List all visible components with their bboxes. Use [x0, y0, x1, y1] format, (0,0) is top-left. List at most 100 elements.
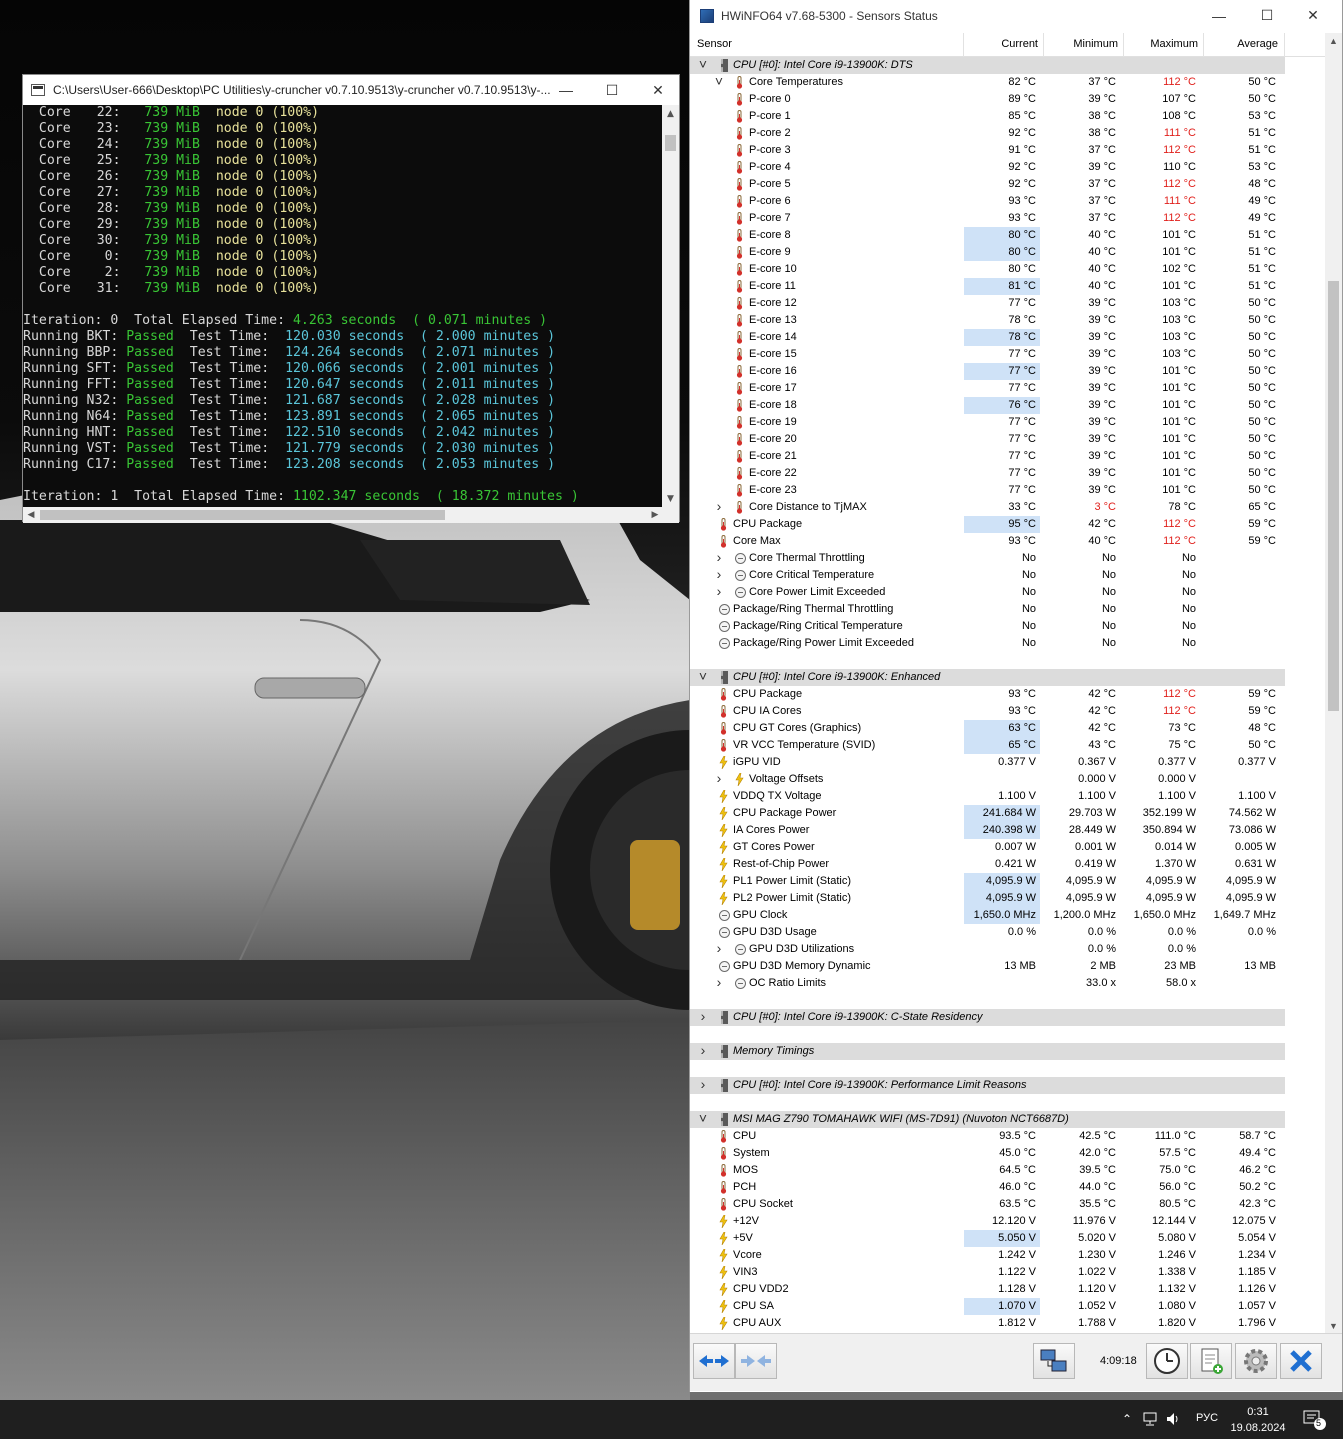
chevron-right-icon[interactable]: ›: [698, 1008, 708, 1024]
chevron-right-icon[interactable]: ›: [714, 940, 724, 956]
sensor-list-scrollbar[interactable]: ▲ ▼: [1325, 33, 1342, 1333]
sensor-row[interactable]: +12V 12.120 V 11.976 V 12.144 V 12.075 V: [690, 1213, 1285, 1230]
sensor-row[interactable]: › GPU D3D Utilizations 0.0 % 0.0 %: [690, 940, 1285, 958]
sensor-row[interactable]: E-core 17 77 °C 39 °C 101 °C 50 °C: [690, 380, 1285, 397]
scroll-down-icon[interactable]: ▼: [662, 490, 679, 507]
sensor-row[interactable]: GT Cores Power 0.007 W 0.001 W 0.014 W 0.005…: [690, 839, 1285, 856]
minimize-button[interactable]: —: [1196, 0, 1242, 31]
sensor-row[interactable]: Package/Ring Power Limit Exceeded No No No: [690, 635, 1285, 652]
console-vertical-scrollbar[interactable]: ▲ ▼: [662, 105, 679, 507]
sensor-row[interactable]: E-core 19 77 °C 39 °C 101 °C 50 °C: [690, 414, 1285, 431]
hscroll-thumb[interactable]: [40, 510, 445, 520]
sensor-group-header[interactable]: ˅ CPU [#0]: Intel Core i9-13900K: Enhance…: [690, 668, 1285, 686]
sensor-row[interactable]: CPU Package 93 °C 42 °C 112 °C 59 °C: [690, 686, 1285, 703]
sensor-row[interactable]: Core Max 93 °C 40 °C 112 °C 59 °C: [690, 533, 1285, 550]
column-maximum[interactable]: Maximum: [1124, 38, 1198, 50]
sensor-row[interactable]: P-core 2 92 °C 38 °C 111 °C 51 °C: [690, 125, 1285, 142]
chevron-right-icon[interactable]: ›: [714, 770, 724, 786]
console-output[interactable]: Core 22: 739 MiB node 0 (100%) Core 23: …: [23, 105, 663, 507]
console-titlebar[interactable]: C:\Users\User-666\Desktop\PC Utilities\y…: [23, 75, 679, 105]
chevron-right-icon[interactable]: ›: [698, 1076, 708, 1092]
sensor-row[interactable]: E-core 8 80 °C 40 °C 101 °C 51 °C: [690, 227, 1285, 244]
close-sensors-button[interactable]: [1280, 1343, 1322, 1379]
scroll-right-icon[interactable]: ▶: [647, 507, 663, 523]
network-button[interactable]: [1033, 1343, 1075, 1379]
notification-center-icon[interactable]: [1303, 1409, 1327, 1434]
report-button[interactable]: [1190, 1343, 1232, 1379]
chevron-right-icon[interactable]: ›: [714, 549, 724, 565]
sensor-row[interactable]: E-core 15 77 °C 39 °C 103 °C 50 °C: [690, 346, 1285, 363]
chevron-down-icon[interactable]: ˅: [698, 57, 708, 72]
system-clock[interactable]: 0:31 19.08.2024: [1228, 1404, 1288, 1436]
sensor-row[interactable]: P-core 1 85 °C 38 °C 108 °C 53 °C: [690, 108, 1285, 125]
chevron-right-icon[interactable]: ›: [714, 498, 724, 514]
chevron-right-icon[interactable]: ›: [698, 1042, 708, 1058]
chevron-right-icon[interactable]: ›: [714, 566, 724, 582]
chevron-right-icon[interactable]: ›: [714, 974, 724, 990]
sensor-row[interactable]: › Core Distance to TjMAX 33 °C 3 °C 78 °C 65 …: [690, 498, 1285, 516]
console-window[interactable]: C:\Users\User-666\Desktop\PC Utilities\y…: [22, 74, 680, 523]
sensor-row[interactable]: P-core 0 89 °C 39 °C 107 °C 50 °C: [690, 91, 1285, 108]
sensor-row[interactable]: › Core Critical Temperature No No No: [690, 566, 1285, 584]
sensor-row[interactable]: VDDQ TX Voltage 1.100 V 1.100 V 1.100 V 1.10…: [690, 788, 1285, 805]
sensor-row[interactable]: Vcore 1.242 V 1.230 V 1.246 V 1.234 V: [690, 1247, 1285, 1264]
maximize-button[interactable]: ☐: [589, 75, 635, 105]
sensor-row[interactable]: IA Cores Power 240.398 W 28.449 W 350.894 W…: [690, 822, 1285, 839]
sensor-row[interactable]: E-core 20 77 °C 39 °C 101 °C 50 °C: [690, 431, 1285, 448]
sensor-group-header[interactable]: › CPU [#0]: Intel Core i9-13900K: C-State…: [690, 1008, 1285, 1026]
sensor-row[interactable]: E-core 22 77 °C 39 °C 101 °C 50 °C: [690, 465, 1285, 482]
chevron-down-icon[interactable]: ˅: [698, 668, 708, 684]
clock-button[interactable]: [1146, 1343, 1188, 1379]
chevron-down-icon[interactable]: ˅: [698, 1110, 708, 1126]
sensor-row[interactable]: GPU D3D Memory Dynamic 13 MB 2 MB 23 MB 13 M…: [690, 958, 1285, 975]
volume-icon[interactable]: [1166, 1412, 1182, 1429]
column-average[interactable]: Average: [1204, 38, 1278, 50]
sensor-row[interactable]: PL2 Power Limit (Static) 4,095.9 W 4,095.9…: [690, 890, 1285, 907]
tray-chevron-up-icon[interactable]: ⌃: [1122, 1412, 1132, 1426]
sensor-row[interactable]: CPU 93.5 °C 42.5 °C 111.0 °C 58.7 °C: [690, 1128, 1285, 1145]
sensor-row[interactable]: P-core 5 92 °C 37 °C 112 °C 48 °C: [690, 176, 1285, 193]
scroll-down-icon[interactable]: ▼: [1325, 1318, 1342, 1333]
sensor-group-header[interactable]: ˅ CPU [#0]: Intel Core i9-13900K: DTS: [690, 57, 1285, 74]
maximize-button[interactable]: ☐: [1244, 0, 1290, 31]
sensor-row[interactable]: +5V 5.050 V 5.020 V 5.080 V 5.054 V: [690, 1230, 1285, 1247]
sensor-row[interactable]: CPU SA 1.070 V 1.052 V 1.080 V 1.057 V: [690, 1298, 1285, 1315]
sensor-row[interactable]: GPU D3D Usage 0.0 % 0.0 % 0.0 % 0.0 %: [690, 924, 1285, 941]
sensor-row[interactable]: E-core 14 78 °C 39 °C 103 °C 50 °C: [690, 329, 1285, 346]
sensor-row[interactable]: CPU Package Power 241.684 W 29.703 W 352.19…: [690, 805, 1285, 822]
sensor-row[interactable]: PL1 Power Limit (Static) 4,095.9 W 4,095.9…: [690, 873, 1285, 890]
sensor-row[interactable]: CPU VDD2 1.128 V 1.120 V 1.132 V 1.126 V: [690, 1281, 1285, 1298]
chevron-right-icon[interactable]: ›: [714, 583, 724, 599]
hwinfo-window[interactable]: HWiNFO64 v7.68-5300 - Sensors Status — ☐…: [689, 0, 1343, 1392]
language-indicator[interactable]: РУС: [1196, 1412, 1218, 1424]
column-sensor[interactable]: Sensor: [697, 38, 732, 50]
console-horizontal-scrollbar[interactable]: ◀ ▶: [23, 507, 663, 523]
sensor-row[interactable]: P-core 7 93 °C 37 °C 112 °C 49 °C: [690, 210, 1285, 227]
sensor-row[interactable]: P-core 4 92 °C 39 °C 110 °C 53 °C: [690, 159, 1285, 176]
sensor-row[interactable]: CPU AUX 1.812 V 1.788 V 1.820 V 1.796 V: [690, 1315, 1285, 1332]
sensor-row[interactable]: System 45.0 °C 42.0 °C 57.5 °C 49.4 °C: [690, 1145, 1285, 1162]
sensor-row[interactable]: CPU GT Cores (Graphics) 63 °C 42 °C 73 °C 48…: [690, 720, 1285, 737]
sensor-group-header[interactable]: ˅ MSI MAG Z790 TOMAHAWK WIFI (MS-7D91) (N…: [690, 1110, 1285, 1128]
scroll-up-icon[interactable]: ▲: [1325, 33, 1342, 48]
sensor-row[interactable]: MOS 64.5 °C 39.5 °C 75.0 °C 46.2 °C: [690, 1162, 1285, 1179]
sensor-row[interactable]: Package/Ring Critical Temperature No No No: [690, 618, 1285, 635]
sensor-row[interactable]: E-core 11 81 °C 40 °C 101 °C 51 °C: [690, 278, 1285, 295]
scroll-thumb[interactable]: [1328, 281, 1339, 711]
column-header[interactable]: Sensor Current Minimum Maximum Average: [690, 33, 1327, 57]
hwinfo-titlebar[interactable]: HWiNFO64 v7.68-5300 - Sensors Status — ☐…: [690, 0, 1342, 31]
sensor-row[interactable]: CPU Package 95 °C 42 °C 112 °C 59 °C: [690, 516, 1285, 533]
sensor-row[interactable]: Package/Ring Thermal Throttling No No No: [690, 601, 1285, 618]
column-current[interactable]: Current: [964, 38, 1038, 50]
sensor-row[interactable]: E-core 12 77 °C 39 °C 103 °C 50 °C: [690, 295, 1285, 312]
chevron-down-icon[interactable]: ˅: [714, 73, 724, 89]
sensor-row[interactable]: VR VCC Temperature (SVID) 65 °C 43 °C 75 °C…: [690, 737, 1285, 754]
sensor-row[interactable]: ˅ Core Temperatures 82 °C 37 °C 112 °C 50 °C: [690, 73, 1285, 91]
sensor-row[interactable]: P-core 6 93 °C 37 °C 111 °C 49 °C: [690, 193, 1285, 210]
sensor-row[interactable]: CPU Socket 63.5 °C 35.5 °C 80.5 °C 42.3 °C: [690, 1196, 1285, 1213]
minimize-button[interactable]: —: [543, 75, 589, 105]
collapse-arrows-button[interactable]: [735, 1343, 777, 1379]
settings-button[interactable]: [1235, 1343, 1277, 1379]
sensor-group-header[interactable]: › CPU [#0]: Intel Core i9-13900K: Perform…: [690, 1076, 1285, 1094]
scroll-up-icon[interactable]: ▲: [662, 105, 679, 122]
